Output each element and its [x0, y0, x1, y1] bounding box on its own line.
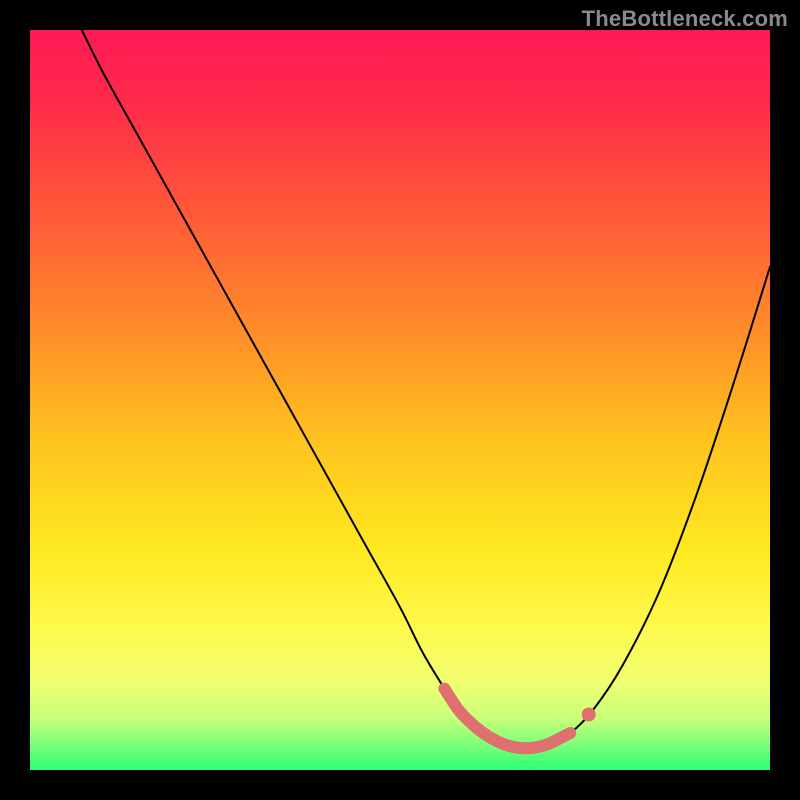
- chart-frame: TheBottleneck.com: [0, 0, 800, 800]
- watermark-text: TheBottleneck.com: [582, 6, 788, 32]
- bottleneck-curve: [30, 30, 770, 770]
- plot-area: [30, 30, 770, 770]
